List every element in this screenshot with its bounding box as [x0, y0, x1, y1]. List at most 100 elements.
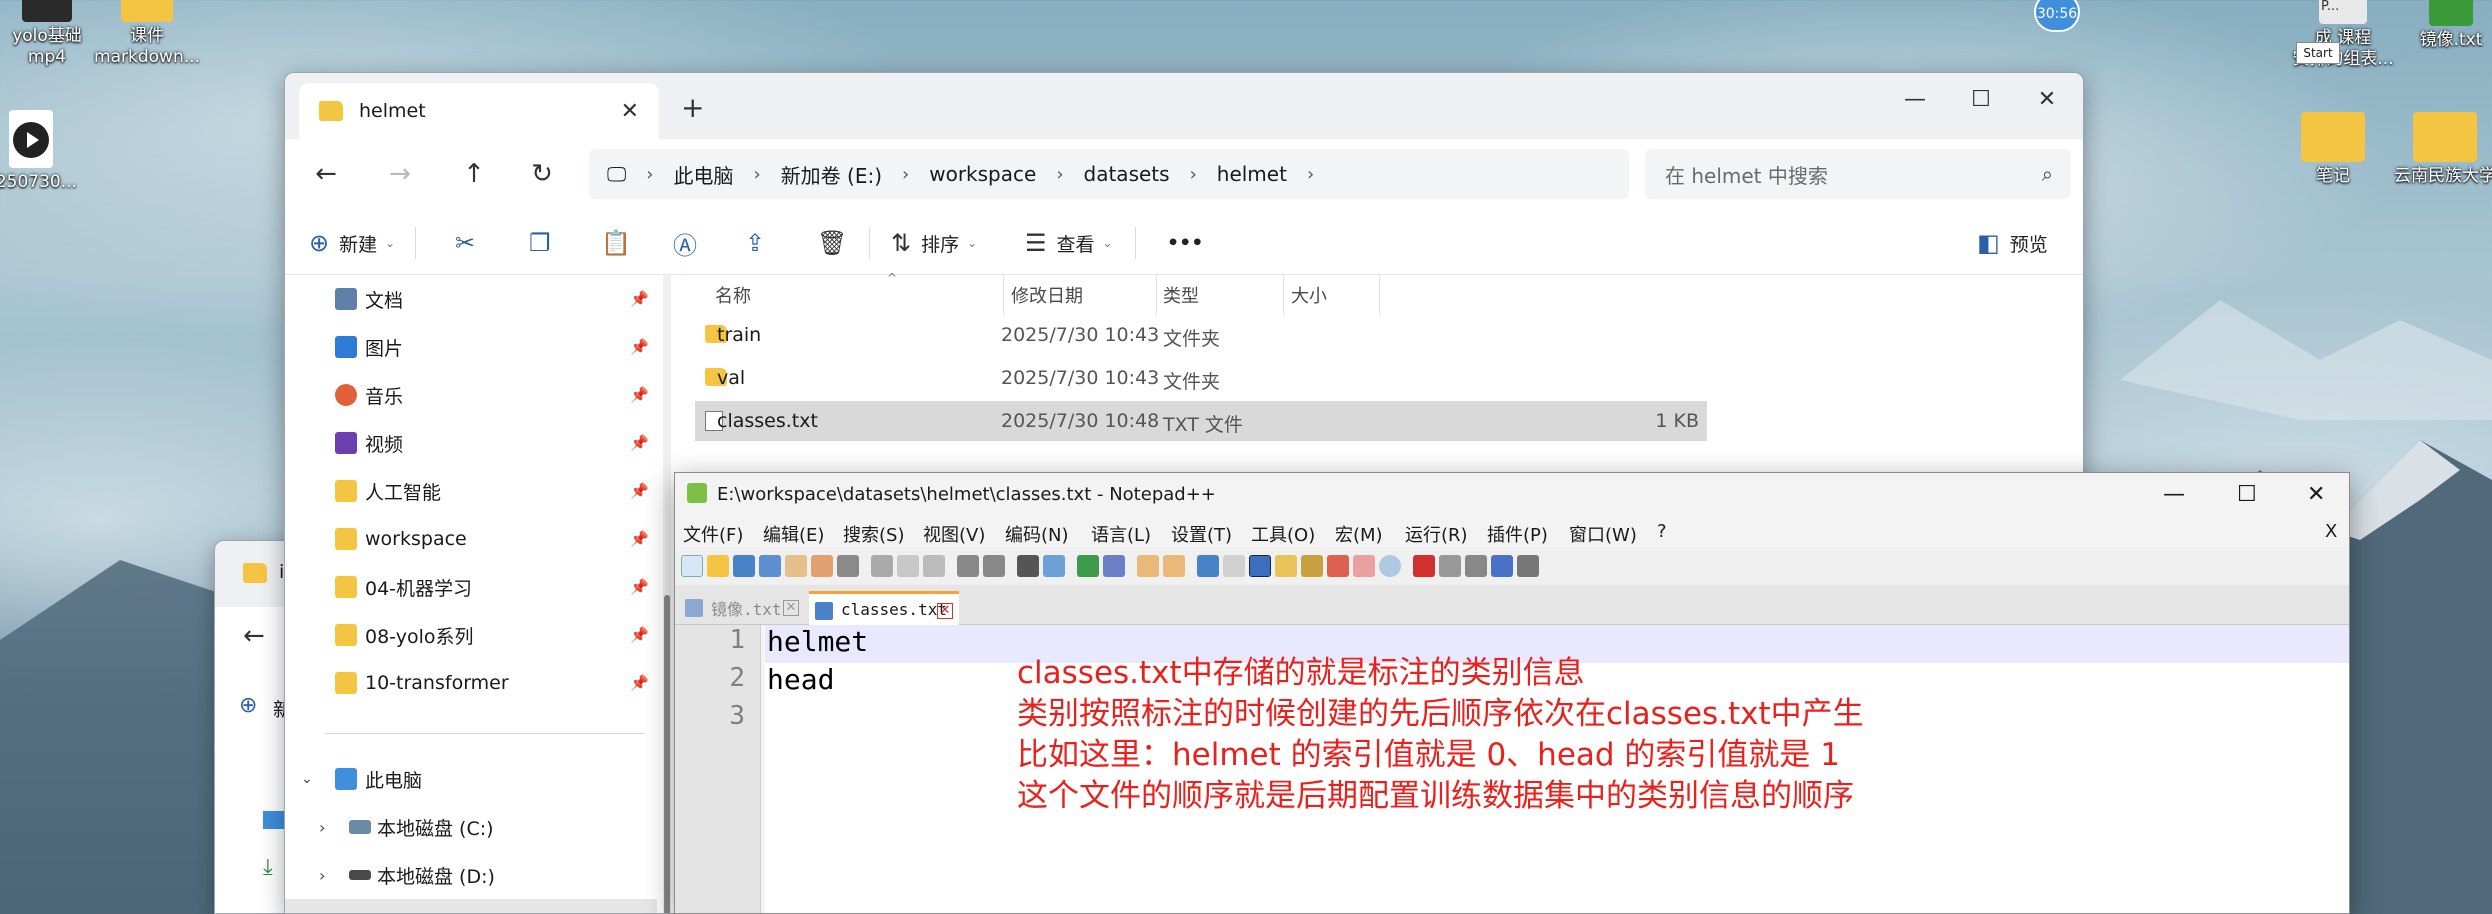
- rename-button[interactable]: Ⓐ: [673, 223, 707, 263]
- open-file-icon[interactable]: [707, 555, 729, 577]
- save-macro-icon[interactable]: [1517, 555, 1539, 577]
- menu-encoding[interactable]: 编码(N): [1005, 521, 1069, 547]
- zoom-in-icon[interactable]: [1077, 555, 1099, 577]
- chevron-right-icon[interactable]: ›: [319, 818, 325, 837]
- print-icon[interactable]: [837, 555, 859, 577]
- paste-button[interactable]: 📋: [601, 223, 641, 263]
- sidebar-item-yolo[interactable]: 08-yolo系列 📌: [285, 611, 657, 659]
- up-arrow-icon[interactable]: ↑: [453, 153, 495, 195]
- eye-icon[interactable]: [1379, 555, 1401, 577]
- redo-icon[interactable]: [983, 555, 1005, 577]
- refresh-icon[interactable]: ↻: [521, 153, 563, 195]
- new-file-icon[interactable]: [681, 555, 703, 577]
- close-tab-icon[interactable]: ✕: [937, 603, 953, 619]
- menu-edit[interactable]: 编辑(E): [763, 521, 824, 547]
- breadcrumb-workspace[interactable]: workspace: [929, 162, 1036, 186]
- column-type[interactable]: 类型: [1163, 275, 1199, 315]
- minimize-button[interactable]: —: [2163, 482, 2185, 507]
- menu-settings[interactable]: 设置(T): [1171, 521, 1232, 547]
- close-document-button[interactable]: X: [2325, 521, 2337, 542]
- menu-plugins[interactable]: 插件(P): [1487, 521, 1548, 547]
- desktop-icon-mirror-txt[interactable]: 镜像.txt: [2376, 0, 2492, 51]
- preview-button[interactable]: ◧ 预览: [1977, 223, 2048, 263]
- sidebar-item-documents[interactable]: 文档 📌: [285, 275, 657, 323]
- new-tab-icon[interactable]: +: [681, 91, 704, 124]
- delete-button[interactable]: 🗑: [817, 223, 857, 263]
- desktop-icon-courseware[interactable]: 课件 markdown...: [72, 0, 222, 68]
- new-icon[interactable]: ⊕: [239, 693, 257, 718]
- maximize-button[interactable]: ☐: [1951, 79, 2011, 119]
- share-button[interactable]: ⇪: [745, 223, 775, 263]
- copy-icon[interactable]: [897, 555, 919, 577]
- sidebar-item-workspace[interactable]: workspace 📌: [285, 515, 657, 563]
- menu-file[interactable]: 文件(F): [683, 521, 743, 547]
- stop-macro-icon[interactable]: [1439, 555, 1461, 577]
- breadcrumb-datasets[interactable]: datasets: [1084, 162, 1170, 186]
- column-size[interactable]: 大小: [1291, 275, 1327, 315]
- save-icon[interactable]: [733, 555, 755, 577]
- sync-v-icon[interactable]: [1137, 555, 1159, 577]
- close-tab-icon[interactable]: ✕: [783, 600, 799, 616]
- sidebar-item-ai[interactable]: 人工智能 📌: [285, 467, 657, 515]
- breadcrumb-drive-e[interactable]: 新加卷 (E:): [781, 160, 882, 189]
- maximize-button[interactable]: ☐: [2237, 482, 2257, 507]
- indent-guide-icon[interactable]: [1249, 555, 1271, 577]
- sidebar-item-transformer[interactable]: 10-transformer 📌: [285, 659, 657, 707]
- sidebar-item-drive-c[interactable]: › 本地磁盘 (C:): [285, 803, 657, 851]
- replace-icon[interactable]: [1043, 555, 1065, 577]
- tab-classes-txt[interactable]: classes.txt ✕: [809, 591, 959, 625]
- play-macro-icon[interactable]: [1465, 555, 1487, 577]
- notepad-plus-plus-window[interactable]: E:\workspace\datasets\helmet\classes.txt…: [674, 472, 2350, 914]
- folder-workspace-icon[interactable]: [1327, 555, 1349, 577]
- close-icon[interactable]: [785, 555, 807, 577]
- chevron-right-icon[interactable]: ›: [319, 866, 325, 885]
- sidebar-item-videos[interactable]: 视频 📌: [285, 419, 657, 467]
- doc-map-icon[interactable]: [1275, 555, 1297, 577]
- sidebar-item-selected[interactable]: [285, 899, 657, 913]
- function-list-icon[interactable]: [1301, 555, 1323, 577]
- monitoring-icon[interactable]: [1353, 555, 1375, 577]
- tab-helmet[interactable]: helmet ✕: [299, 83, 659, 139]
- save-all-icon[interactable]: [759, 555, 781, 577]
- cut-button[interactable]: ✂: [455, 223, 485, 263]
- back-arrow-icon[interactable]: ←: [305, 153, 347, 195]
- sidebar-item-pictures[interactable]: 图片 📌: [285, 323, 657, 371]
- column-name[interactable]: 名称: [715, 275, 751, 315]
- close-window-button[interactable]: ✕: [2307, 482, 2325, 507]
- menu-window[interactable]: 窗口(W): [1569, 521, 1637, 547]
- sidebar-item-drive-d[interactable]: › 本地磁盘 (D:): [285, 851, 657, 899]
- show-all-chars-icon[interactable]: [1223, 555, 1245, 577]
- chevron-down-icon[interactable]: ⌄: [301, 771, 313, 787]
- breadcrumb-helmet[interactable]: helmet: [1217, 162, 1287, 186]
- sync-h-icon[interactable]: [1163, 555, 1185, 577]
- search-input[interactable]: 在 helmet 中搜索 ⌕: [1645, 149, 2071, 199]
- sidebar-scrollbar[interactable]: [663, 275, 671, 913]
- new-button[interactable]: ⊕ 新建 ⌄: [309, 223, 395, 263]
- menu-view[interactable]: 视图(V): [923, 521, 985, 547]
- close-all-icon[interactable]: [811, 555, 833, 577]
- breadcrumb-this-pc[interactable]: 此电脑: [673, 160, 733, 189]
- zoom-out-icon[interactable]: [1103, 555, 1125, 577]
- undo-icon[interactable]: [957, 555, 979, 577]
- scrollbar-thumb[interactable]: [664, 595, 670, 913]
- record-macro-icon[interactable]: [1413, 555, 1435, 577]
- menu-language[interactable]: 语言(L): [1091, 521, 1151, 547]
- desktop-icon-yunnan[interactable]: 云南民族大学: [2370, 112, 2492, 187]
- editor[interactable]: 1 2 3 helmet head classes.txt中存储的就是标注的类别…: [675, 625, 2349, 913]
- menu-run[interactable]: 运行(R): [1405, 521, 1468, 547]
- paste-icon[interactable]: [923, 555, 945, 577]
- view-button[interactable]: ☰ 查看 ⌄: [1025, 223, 1113, 263]
- file-row-val[interactable]: val 2025/7/30 10:43 文件夹: [695, 358, 1707, 398]
- back-arrow-icon[interactable]: ←: [243, 621, 265, 651]
- sidebar-item-ml[interactable]: 04-机器学习 📌: [285, 563, 657, 611]
- sidebar-item-music[interactable]: 音乐 📌: [285, 371, 657, 419]
- menu-macro[interactable]: 宏(M): [1335, 521, 1383, 547]
- more-options-button[interactable]: •••: [1167, 223, 1203, 263]
- sidebar-item-this-pc[interactable]: ⌄ 此电脑: [285, 755, 657, 803]
- file-row-classes-txt[interactable]: classes.txt 2025/7/30 10:48 TXT 文件 1 KB: [695, 401, 1707, 441]
- minimize-button[interactable]: —: [1885, 79, 1945, 119]
- close-tab-icon[interactable]: ✕: [621, 99, 639, 124]
- tab-mirror-txt[interactable]: 镜像.txt ✕: [679, 591, 805, 625]
- sort-button[interactable]: ⇅ 排序 ⌄: [891, 223, 977, 263]
- desktop-icon-video[interactable]: 0250730...: [0, 110, 106, 193]
